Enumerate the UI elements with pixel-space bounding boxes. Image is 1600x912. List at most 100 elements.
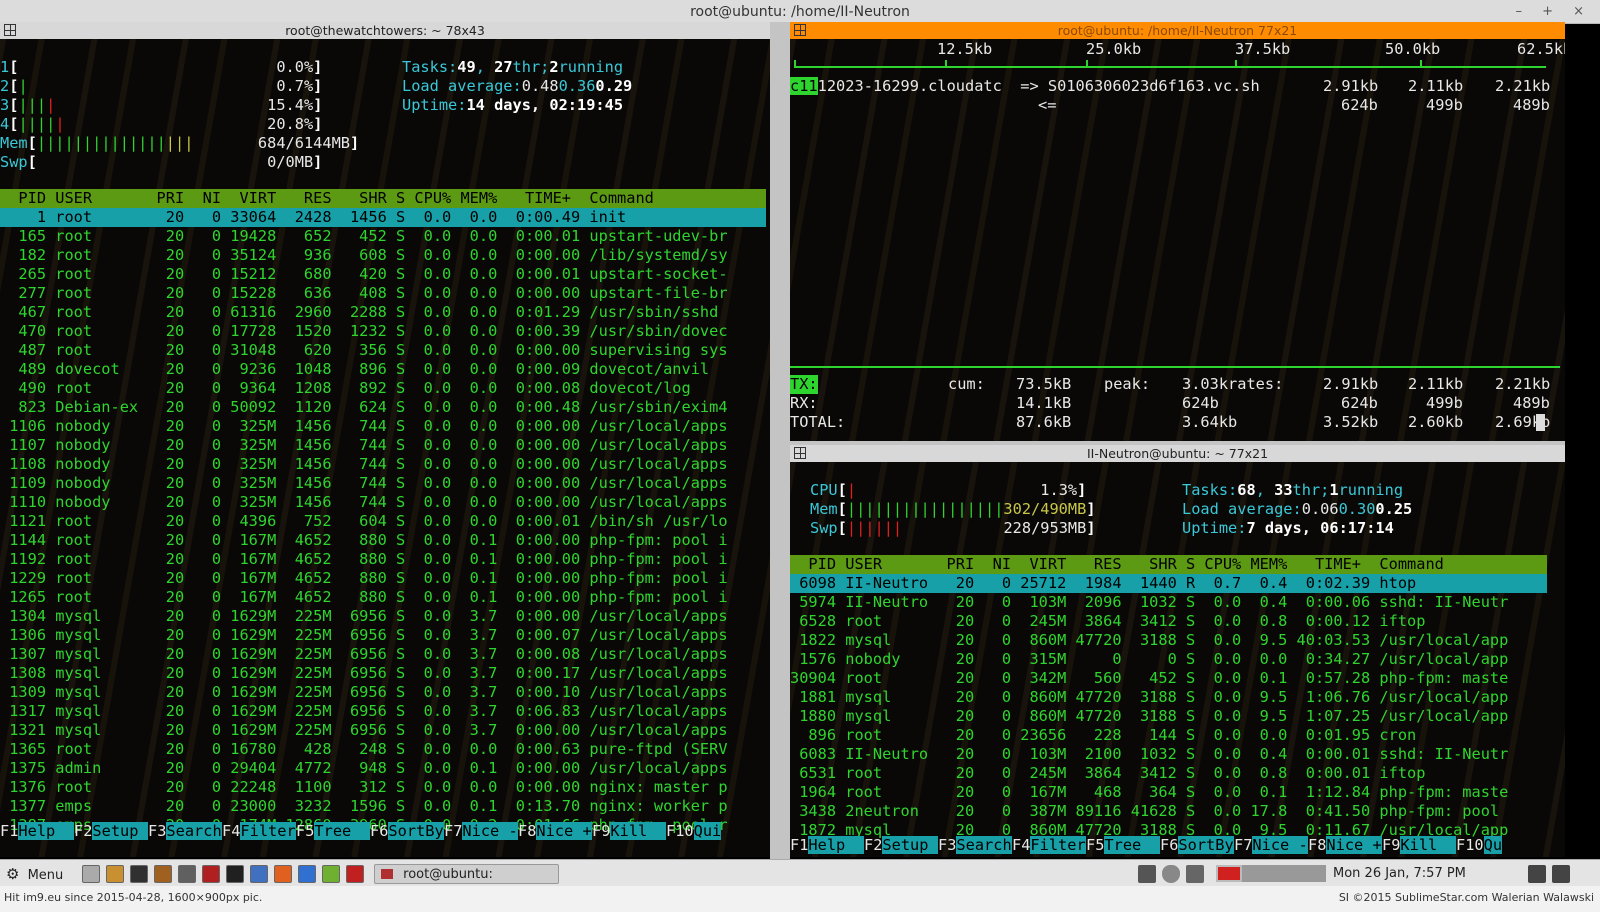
fkey-f5[interactable]: F5Tree (296, 822, 370, 841)
workspace-switcher[interactable] (1216, 865, 1326, 882)
right-terminal-pane[interactable]: CPU[| 1.3%] Mem[|||||||||||||||||302/490M… (790, 462, 1565, 857)
fkey-f4[interactable]: F4Filter (1012, 836, 1086, 855)
fkey-f2[interactable]: F2Setup (864, 836, 938, 855)
process-row[interactable]: 1106 nobody 20 0 325M 1456 744 S 0.0 0.0… (0, 417, 766, 436)
process-row[interactable]: 1304 mysql 20 0 1629M 225M 6956 S 0.0 3.… (0, 607, 766, 626)
iftop-pane[interactable]: 12.5kb 25.0kb 37.5kb 50.0kb 62.5kb c1112023-1… (790, 39, 1565, 441)
process-row[interactable]: 6528 root 20 0 245M 3864 3412 S 0.0 0.8 … (790, 612, 1547, 631)
volume-icon[interactable] (1138, 865, 1156, 883)
process-row[interactable]: 165 root 20 0 19428 652 452 S 0.0 0.0 0:… (0, 227, 766, 246)
pane-menu-icon[interactable] (794, 447, 806, 459)
network-icon[interactable] (1186, 865, 1204, 883)
process-row[interactable]: 1365 root 20 0 16780 428 248 S 0.0 0.0 0… (0, 740, 766, 759)
process-row[interactable]: 1110 nobody 20 0 325M 1456 744 S 0.0 0.0… (0, 493, 766, 512)
fkey-f1[interactable]: F1Help (790, 836, 864, 855)
pane-splitter-vertical[interactable] (770, 22, 790, 859)
process-row[interactable]: 1265 root 20 0 167M 4652 880 S 0.0 0.1 0… (0, 588, 766, 607)
process-row[interactable]: 1822 mysql 20 0 860M 47720 3188 S 0.0 9.… (790, 631, 1547, 650)
fkey-f9[interactable]: F9Kill (1382, 836, 1456, 855)
clock[interactable]: Mon 26 Jan, 7:57 PM (1333, 864, 1466, 884)
process-row[interactable]: 1375 admin 20 0 29404 4772 948 S 0.0 0.1… (0, 759, 766, 778)
process-row[interactable]: 467 root 20 0 61316 2960 2288 S 0.0 0.0 … (0, 303, 766, 322)
process-row[interactable]: 470 root 20 0 17728 1520 1232 S 0.0 0.0 … (0, 322, 766, 341)
fkey-f5[interactable]: F5Tree (1086, 836, 1160, 855)
process-row[interactable]: 1107 nobody 20 0 325M 1456 744 S 0.0 0.0… (0, 436, 766, 455)
right-column-header[interactable]: PID USER PRI NI VIRT RES SHR S CPU% MEM%… (790, 555, 1547, 574)
fkey-f3[interactable]: F3Search (148, 822, 222, 841)
process-row[interactable]: 6083 II-Neutro 20 0 103M 2100 1032 S 0.0… (790, 745, 1547, 764)
process-row[interactable]: 1 root 20 0 33064 2428 1456 S 0.0 0.0 0:… (0, 208, 766, 227)
fkey-f8[interactable]: F8Nice + (518, 822, 592, 841)
shield-icon[interactable] (1162, 865, 1180, 883)
left-pane-header[interactable]: root@thewatchtowers: ~ 78x43 (0, 22, 770, 39)
firefox-icon[interactable] (274, 865, 292, 883)
fkey-f2[interactable]: F2Setup (74, 822, 148, 841)
process-row[interactable]: 5974 II-Neutro 20 0 103M 2096 1032 S 0.0… (790, 593, 1547, 612)
process-row[interactable]: 1880 mysql 20 0 860M 47720 3188 S 0.0 9.… (790, 707, 1547, 726)
process-row[interactable]: 1881 mysql 20 0 860M 47720 3188 S 0.0 9.… (790, 688, 1547, 707)
process-row[interactable]: 1376 root 20 0 22248 1100 312 S 0.0 0.0 … (0, 778, 766, 797)
process-row[interactable]: 487 root 20 0 31048 620 356 S 0.0 0.0 0:… (0, 341, 766, 360)
process-row[interactable]: 265 root 20 0 15212 680 420 S 0.0 0.0 0:… (0, 265, 766, 284)
process-row[interactable]: 1121 root 20 0 4396 752 604 S 0.0 0.0 0:… (0, 512, 766, 531)
process-row[interactable]: 1321 mysql 20 0 1629M 225M 6956 S 0.0 3.… (0, 721, 766, 740)
show-desktop-icon[interactable] (82, 865, 100, 883)
process-row[interactable]: 1306 mysql 20 0 1629M 225M 6956 S 0.0 3.… (0, 626, 766, 645)
process-row[interactable]: 1229 root 20 0 167M 4652 880 S 0.0 0.1 0… (0, 569, 766, 588)
process-row[interactable]: 1192 root 20 0 167M 4652 880 S 0.0 0.1 0… (0, 550, 766, 569)
process-row[interactable]: 6098 II-Neutro 20 0 25712 1984 1440 R 0.… (790, 574, 1547, 593)
process-row[interactable]: 1108 nobody 20 0 325M 1456 744 S 0.0 0.0… (0, 455, 766, 474)
process-row[interactable]: 30904 root 20 0 342M 560 452 S 0.0 0.1 0… (790, 669, 1547, 688)
taskbar-window-button[interactable]: root@ubuntu: /home/I... (374, 864, 559, 902)
fkey-f10[interactable]: F10Qu (1456, 836, 1503, 855)
text-editor-icon[interactable] (106, 865, 124, 883)
document-icon[interactable] (250, 865, 268, 883)
fkey-f7[interactable]: F7Nice - (1234, 836, 1308, 855)
mint-icon[interactable] (322, 865, 340, 883)
process-row[interactable]: 1109 nobody 20 0 325M 1456 744 S 0.0 0.0… (0, 474, 766, 493)
process-row[interactable]: 823 Debian-ex 20 0 50092 1120 624 S 0.0 … (0, 398, 766, 417)
iftop-pane-header[interactable]: root@ubuntu: /home/II-Neutron 77x21 (790, 22, 1565, 39)
system-monitor-icon[interactable] (130, 865, 148, 883)
process-row[interactable]: 182 root 20 0 35124 936 608 S 0.0 0.0 0:… (0, 246, 766, 265)
process-row[interactable]: 1144 root 20 0 167M 4652 880 S 0.0 0.1 0… (0, 531, 766, 550)
connection-in[interactable]: <= (1038, 96, 1056, 115)
pen-icon[interactable] (1528, 865, 1546, 883)
process-row[interactable]: 277 root 20 0 15228 636 408 S 0.0 0.0 0:… (0, 284, 766, 303)
file-manager-icon[interactable] (202, 865, 220, 883)
menu-button[interactable]: ⚙ Menu (6, 864, 63, 884)
right-pane-header[interactable]: II-Neutron@ubuntu: ~ 77x21 (790, 445, 1565, 462)
fkey-f8[interactable]: F8Nice + (1308, 836, 1382, 855)
process-row[interactable]: 896 root 20 0 23656 228 144 S 0.0 0.0 0:… (790, 726, 1547, 745)
filezilla-icon[interactable] (346, 865, 364, 883)
left-column-header[interactable]: PID USER PRI NI VIRT RES SHR S CPU% MEM%… (0, 189, 766, 208)
fkey-f9[interactable]: F9Kill (592, 822, 666, 841)
workspace-1[interactable] (1216, 865, 1242, 882)
process-row[interactable]: 1307 mysql 20 0 1629M 225M 6956 S 0.0 3.… (0, 645, 766, 664)
process-row[interactable]: 1964 root 20 0 167M 468 364 S 0.0 0.1 1:… (790, 783, 1547, 802)
process-row[interactable]: 1576 nobody 20 0 315M 0 0 S 0.0 0.0 0:34… (790, 650, 1547, 669)
process-row[interactable]: 3438 2neutron 20 0 387M 89116 41628 S 0.… (790, 802, 1547, 821)
fkey-f6[interactable]: F6SortBy (370, 822, 444, 841)
pane-menu-icon[interactable] (4, 24, 16, 36)
chromium-icon[interactable] (298, 865, 316, 883)
media-icon[interactable] (154, 865, 172, 883)
process-row[interactable]: 1317 mysql 20 0 1629M 225M 6956 S 0.0 3.… (0, 702, 766, 721)
fkey-f6[interactable]: F6SortBy (1160, 836, 1234, 855)
process-row[interactable]: 490 root 20 0 9364 1208 892 S 0.0 0.0 0:… (0, 379, 766, 398)
process-row[interactable]: 6531 root 20 0 245M 3864 3412 S 0.0 0.8 … (790, 764, 1547, 783)
window-titlebar[interactable]: root@ubuntu: /home/II-Neutron – + × (0, 0, 1600, 24)
fkey-f1[interactable]: F1Help (0, 822, 74, 841)
keyboard-icon[interactable] (1552, 865, 1570, 883)
fkey-f4[interactable]: F4Filter (222, 822, 296, 841)
fkey-f10[interactable]: F10Qui (666, 822, 722, 841)
window-controls[interactable]: – + × (1515, 0, 1592, 24)
process-row[interactable]: 1308 mysql 20 0 1629M 225M 6956 S 0.0 3.… (0, 664, 766, 683)
process-row[interactable]: 1377 emps 20 0 23000 3232 1596 S 0.0 0.1… (0, 797, 766, 816)
left-terminal-pane[interactable]: 1[ 0.0%] 2[| 0.7%] 3[|||| 15.4%] 4[||||| 20… (0, 39, 770, 857)
terminal-icon[interactable] (226, 865, 244, 883)
process-row[interactable]: 1309 mysql 20 0 1629M 225M 6956 S 0.0 3.… (0, 683, 766, 702)
pane-menu-icon[interactable] (794, 24, 806, 36)
calculator-icon[interactable] (178, 865, 196, 883)
process-row[interactable]: 489 dovecot 20 0 9236 1048 896 S 0.0 0.0… (0, 360, 766, 379)
